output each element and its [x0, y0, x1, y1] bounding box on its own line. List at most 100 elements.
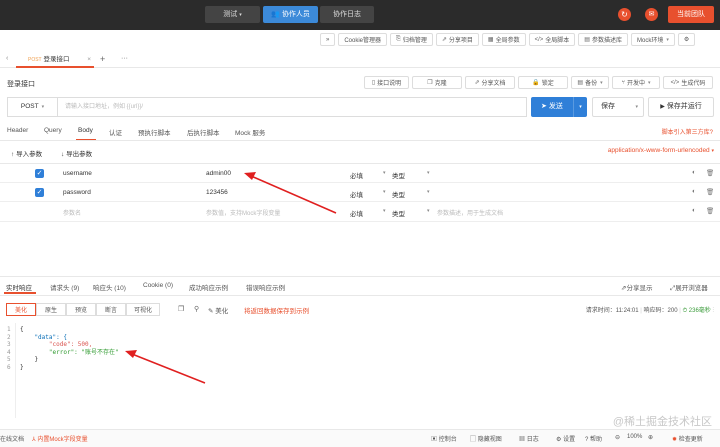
chevron-down-icon[interactable]: ▾ [427, 208, 430, 214]
mode-assert[interactable]: 断言 [96, 303, 126, 316]
tab-error-example[interactable]: 错误响应示例 [246, 282, 285, 292]
save-button[interactable]: 保存 ▾ [592, 97, 644, 117]
tab-body[interactable]: Body [78, 127, 93, 134]
send-button[interactable]: ➤ 发送 ▾ [531, 97, 587, 117]
add-tab-button[interactable]: + [100, 54, 105, 64]
tab-header[interactable]: Header [7, 127, 28, 134]
url-input[interactable]: 请输入接口地址，例如 {{url}}/ [57, 97, 527, 117]
import-params-button[interactable]: ↑ 导入参数 [11, 148, 42, 158]
settings-button[interactable]: ⚙ 设置 [556, 434, 575, 443]
row-checkbox[interactable]: ✓ [35, 169, 44, 178]
mock-icon[interactable]: ◐ [692, 207, 696, 214]
share-display-button[interactable]: ⇗分享显示 [621, 282, 652, 292]
param-desc-button[interactable]: ▤ 参数描述库 [578, 33, 628, 46]
method-select[interactable]: POST ▾ [7, 97, 57, 117]
test-env-select[interactable]: 测试 ▾ [205, 6, 260, 23]
chevron-down-icon[interactable]: ▾ [427, 189, 430, 195]
collab-button[interactable]: 👥 协作人员 [263, 6, 318, 23]
tab-post-script[interactable]: 后执行脚本 [187, 127, 220, 137]
chevron-down-icon[interactable]: ▾ [635, 98, 638, 116]
global-params-button[interactable]: ▦ 全局参数 [481, 33, 526, 46]
param-desc-input[interactable]: 参数描述，用于生成文档 [437, 208, 503, 217]
hide-view-button[interactable]: ▢ 隐藏视图 [470, 434, 502, 443]
zoom-in-icon[interactable]: ⊕ [648, 434, 653, 441]
chevron-down-icon[interactable]: ▾ [383, 170, 386, 176]
param-value[interactable]: admin00 [206, 170, 231, 177]
type-select[interactable]: 类型 [392, 208, 405, 218]
content-type-select[interactable]: application/x-www-form-urlencoded ▾ [608, 147, 714, 154]
mode-preview[interactable]: 预览 [66, 303, 96, 316]
back-icon[interactable]: ‹ [6, 55, 8, 62]
response-code[interactable]: 1 2 3 4 5 6 { "data": { "code": 500, "er… [0, 323, 720, 418]
cookie-manager-button[interactable]: Cookie管理器 [338, 33, 388, 46]
export-params-button[interactable]: ↓ 导出参数 [61, 148, 92, 158]
row-checkbox[interactable]: ✓ [35, 188, 44, 197]
tab-request-headers[interactable]: 请求头 (9) [50, 282, 79, 292]
mode-raw[interactable]: 原生 [36, 303, 66, 316]
save-example-link[interactable]: 将返回数据保存到示例 [244, 305, 309, 315]
api-doc-button[interactable]: ▯ 接口说明 [364, 76, 409, 89]
third-party-lib-link[interactable]: 脚本引入第三方库? [662, 127, 713, 136]
delete-icon[interactable]: 🗑 [706, 169, 714, 177]
help-button[interactable]: ? 帮助 [585, 434, 602, 443]
required-select[interactable]: 必填 [350, 208, 363, 218]
mock-icon[interactable]: ◐ [692, 169, 696, 176]
type-select[interactable]: 类型 [392, 189, 405, 199]
more-tabs-button[interactable]: ··· [121, 55, 128, 62]
tab-pre-script[interactable]: 预执行脚本 [138, 127, 171, 137]
mock-vars-link[interactable]: ⅄ 内置Mock字段变量 [32, 434, 88, 443]
backup-button[interactable]: ▤ 备份 ▾ [571, 76, 609, 89]
close-icon[interactable]: × [87, 53, 91, 66]
tab-realtime-response[interactable]: 实时响应 [6, 282, 32, 292]
zoom-out-icon[interactable]: ⊖ [615, 434, 620, 441]
share-project-button[interactable]: ⇗ 分享项目 [435, 33, 479, 46]
settings-icon[interactable]: ⚙ [677, 33, 696, 46]
param-key-input[interactable]: 参数名 [63, 208, 81, 217]
type-select[interactable]: 类型 [392, 170, 405, 180]
beautify-button[interactable]: ✎ 美化 [208, 305, 228, 315]
delete-icon[interactable]: 🗑 [706, 188, 714, 196]
global-script-button[interactable]: </> 全局脚本 [528, 33, 576, 46]
mock-env-select[interactable]: Mock环境 ▾ [630, 33, 675, 46]
tab-response-headers[interactable]: 响应头 (10) [93, 282, 126, 292]
param-value-input[interactable]: 参数值，支持Mock字段变量 [206, 208, 280, 217]
share-doc-button[interactable]: ⇗ 分享文档 [465, 76, 515, 89]
param-key[interactable]: password [63, 189, 91, 196]
status-select[interactable]: ⑂ 开发中 ▾ [612, 76, 660, 89]
online-docs-link[interactable]: 在线文档 [0, 434, 24, 443]
tab-query[interactable]: Query [44, 127, 62, 134]
collapse-icon[interactable]: » [320, 33, 336, 46]
mode-visual[interactable]: 可视化 [126, 303, 160, 316]
mock-icon[interactable]: ◐ [692, 188, 696, 195]
tab-auth[interactable]: 认证 [109, 127, 122, 137]
expand-browser-button[interactable]: ⤢展开浏览器 [670, 282, 708, 293]
console-button[interactable]: ▣ 控制台 [431, 434, 457, 443]
param-key[interactable]: username [63, 170, 92, 177]
copy-icon[interactable]: ❐ [178, 305, 184, 313]
lock-button[interactable]: 🔒 锁定 [518, 76, 568, 89]
chevron-down-icon[interactable]: ▾ [573, 97, 587, 117]
more-icon[interactable]: ⋮ [712, 308, 714, 314]
chevron-down-icon[interactable]: ▾ [383, 208, 386, 214]
required-select[interactable]: 必填 [350, 170, 363, 180]
clone-button[interactable]: ❐ 克隆 [412, 76, 462, 89]
collab-log-button[interactable]: 协作日志 [320, 6, 374, 23]
team-button[interactable]: 当前团队 [668, 6, 714, 23]
avatar[interactable]: ✉ [645, 8, 658, 21]
gen-code-button[interactable]: </> 生成代码 [663, 76, 713, 89]
chevron-down-icon[interactable]: ▾ [383, 189, 386, 195]
tab-mock[interactable]: Mock 服务 [235, 127, 265, 137]
delete-icon[interactable]: 🗑 [706, 207, 714, 215]
save-run-button[interactable]: ▶ 保存并运行 [648, 97, 714, 117]
mode-beautify[interactable]: 美化 [6, 303, 36, 316]
log-button[interactable]: ▦ 日志 [519, 434, 539, 443]
archive-button[interactable]: ⎘ 归档管理 [390, 33, 433, 46]
required-select[interactable]: 必填 [350, 189, 363, 199]
search-icon[interactable]: ⚲ [194, 305, 199, 313]
tab-cookie[interactable]: Cookie (0) [143, 282, 173, 289]
refresh-icon[interactable]: ↻ [618, 8, 631, 21]
param-value[interactable]: 123456 [206, 189, 228, 196]
request-tab[interactable]: POST 登录接口 × [16, 53, 94, 68]
check-update-button[interactable]: ✹ 检查更新 [672, 434, 703, 443]
tab-success-example[interactable]: 成功响应示例 [189, 282, 228, 292]
